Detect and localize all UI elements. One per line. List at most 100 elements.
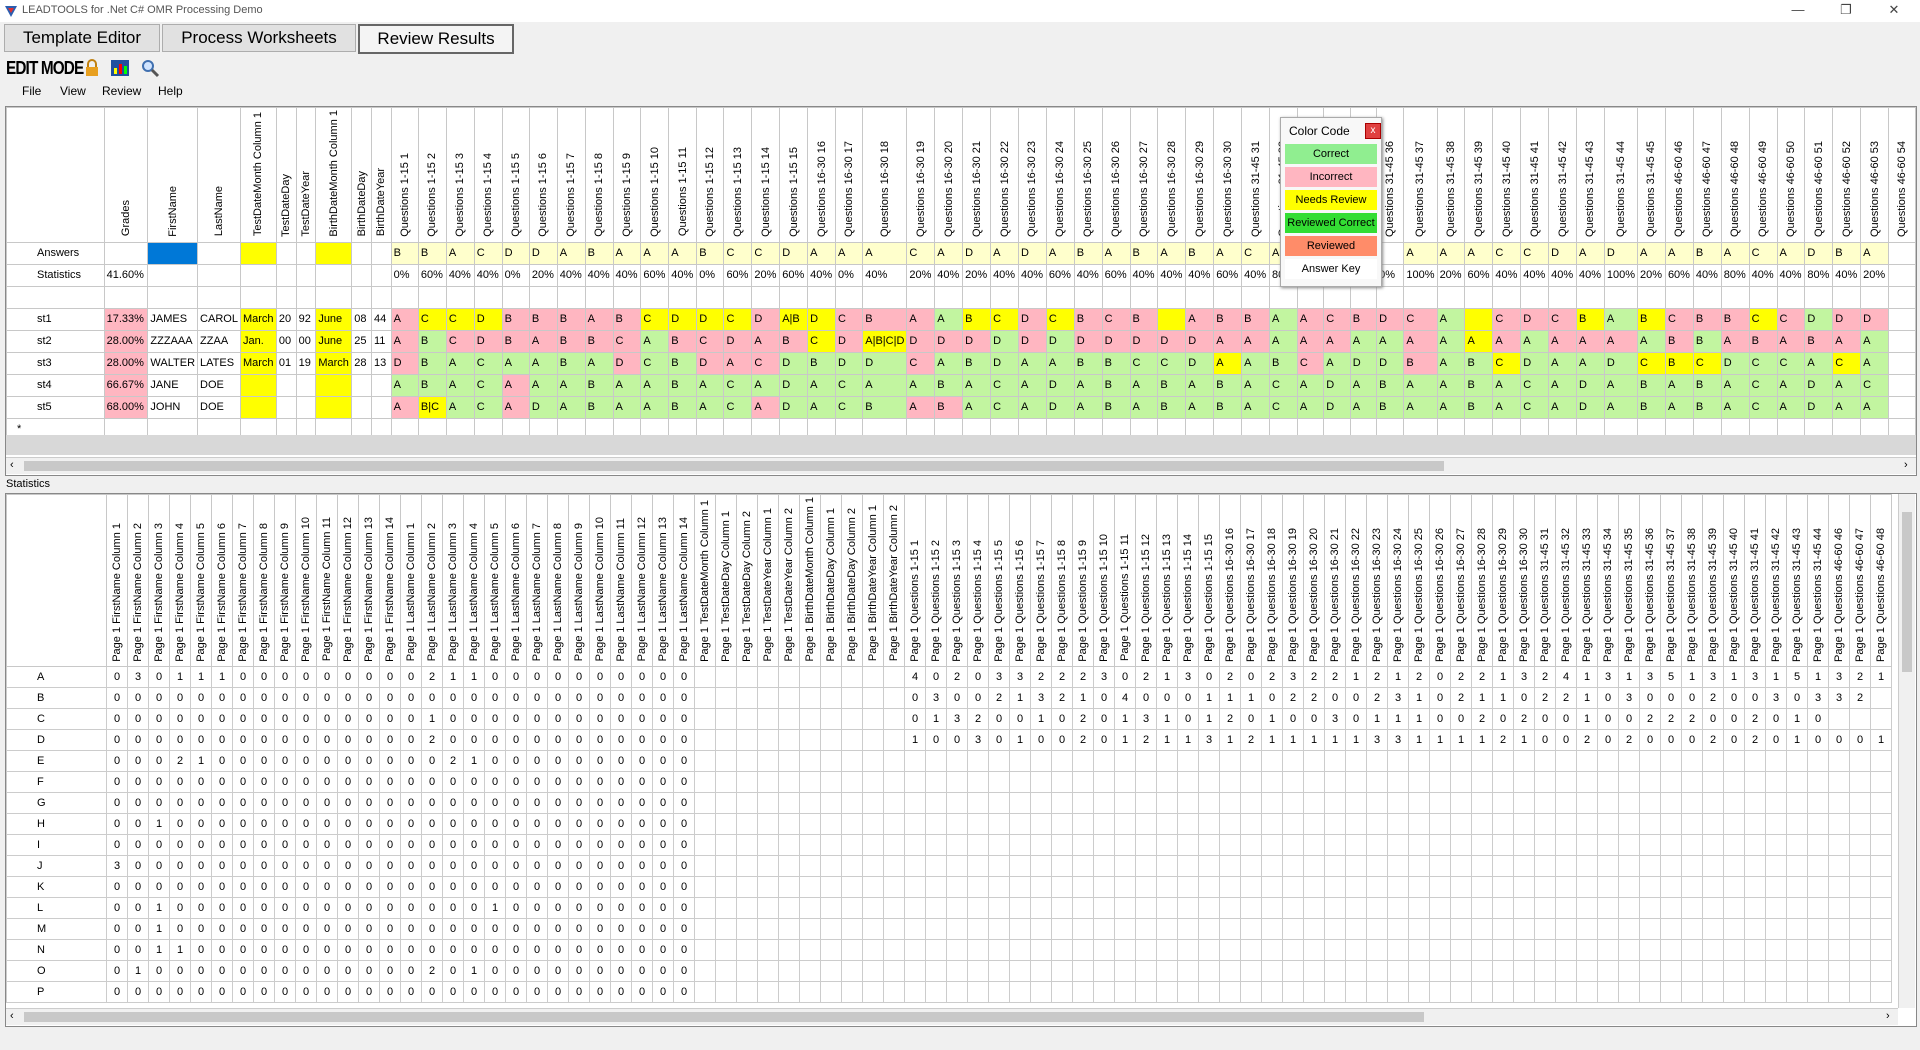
stat-cell[interactable]	[1303, 771, 1325, 794]
scroll-right-icon[interactable]: ›	[1904, 459, 1908, 471]
grid-cell[interactable]: B	[1101, 395, 1131, 419]
grid-cell[interactable]	[668, 285, 698, 309]
stat-cell[interactable]	[1156, 750, 1178, 773]
grid-cell[interactable]	[1349, 417, 1378, 435]
grid-cell[interactable]: 60%	[1213, 263, 1243, 287]
scroll-thumb[interactable]	[24, 1012, 1424, 1022]
stat-cell[interactable]	[1387, 792, 1409, 815]
grid-cell[interactable]: D	[751, 307, 781, 331]
stat-cell[interactable]: 1	[1870, 666, 1892, 689]
grid-cell[interactable]: C	[1520, 395, 1550, 419]
stat-cell[interactable]: 0	[484, 981, 506, 1004]
grid-cell[interactable]: Jan.	[239, 329, 277, 353]
grid-cell[interactable]	[1157, 307, 1187, 331]
stat-cell[interactable]: 3	[967, 729, 989, 752]
grid-cell[interactable]	[1403, 417, 1438, 435]
stat-cell[interactable]	[841, 897, 863, 920]
grid-cell[interactable]: B	[668, 373, 698, 397]
grid-cell[interactable]: C	[1129, 351, 1159, 375]
stat-cell[interactable]	[1198, 939, 1220, 962]
stat-cell[interactable]	[1786, 981, 1808, 1004]
grid-cell[interactable]: D	[1185, 329, 1215, 353]
stat-cell[interactable]: 0	[400, 918, 422, 941]
stat-cell[interactable]: 0	[232, 792, 254, 815]
stat-cell[interactable]: 0	[505, 834, 527, 857]
grid-cell[interactable]: C	[834, 373, 864, 397]
row-header[interactable]: D	[6, 729, 107, 752]
stat-cell[interactable]: 0	[358, 813, 380, 836]
stat-cell[interactable]	[1849, 771, 1871, 794]
stat-cell[interactable]	[883, 792, 905, 815]
grid-cell[interactable]: B	[862, 307, 908, 331]
grid-cell[interactable]: 40%	[612, 263, 642, 287]
grid-cell[interactable]: 40%	[1748, 263, 1778, 287]
stat-cell[interactable]	[1198, 981, 1220, 1004]
stat-cell[interactable]: 0	[526, 834, 548, 857]
grid-cell[interactable]: A	[906, 307, 936, 331]
stat-cell[interactable]	[1513, 981, 1535, 1004]
stat-cell[interactable]: 0	[547, 981, 569, 1004]
stat-cell[interactable]: 0	[295, 855, 317, 878]
stat-cell[interactable]	[1597, 855, 1619, 878]
grid-cell[interactable]: A	[1185, 373, 1215, 397]
grid-cell[interactable]: B	[1268, 351, 1298, 375]
stat-cell[interactable]	[988, 750, 1010, 773]
grid-cell[interactable]: D	[1017, 241, 1047, 265]
grid-cell[interactable]	[239, 373, 277, 397]
grid-cell[interactable]: A	[1832, 373, 1862, 397]
column-header[interactable]: Questions 31-45 40	[1492, 107, 1522, 243]
stat-cell[interactable]: 0	[463, 834, 485, 857]
grid-cell[interactable]: A	[1720, 373, 1750, 397]
column-header[interactable]: Page 1 FirstName Column 7	[232, 494, 254, 668]
stat-cell[interactable]: 0	[547, 939, 569, 962]
stat-cell[interactable]: 0	[295, 708, 317, 731]
stat-cell[interactable]	[1702, 813, 1724, 836]
stat-cell[interactable]: 0	[1240, 666, 1262, 689]
stat-cell[interactable]	[988, 771, 1010, 794]
stat-cell[interactable]: 2	[1366, 687, 1388, 710]
grid-cell[interactable]: C	[834, 395, 864, 419]
stat-cell[interactable]	[1681, 834, 1703, 857]
stat-cell[interactable]: 0	[190, 960, 212, 983]
column-header[interactable]: FirstName	[147, 107, 199, 243]
grid-cell[interactable]	[962, 285, 992, 309]
stat-cell[interactable]: 0	[190, 876, 212, 899]
stat-cell[interactable]: 1	[463, 750, 485, 773]
stat-cell[interactable]	[1219, 939, 1241, 962]
stat-cell[interactable]: 0	[400, 960, 422, 983]
stat-cell[interactable]: 0	[295, 813, 317, 836]
stat-cell[interactable]	[1093, 939, 1115, 962]
stat-cell[interactable]	[1681, 813, 1703, 836]
statistics-vscrollbar[interactable]	[1898, 494, 1915, 1008]
grid-cell[interactable]: D	[473, 329, 503, 353]
stat-cell[interactable]	[820, 687, 842, 710]
stat-cell[interactable]: 0	[106, 939, 128, 962]
stat-cell[interactable]	[1030, 750, 1052, 773]
stat-cell[interactable]: 0	[253, 876, 275, 899]
stat-cell[interactable]: 0	[505, 771, 527, 794]
column-header[interactable]: Page 1 LastName Column 11	[610, 494, 632, 668]
stat-cell[interactable]	[883, 876, 905, 899]
close-icon[interactable]: x	[1365, 123, 1381, 139]
grid-cell[interactable]: A	[1017, 351, 1047, 375]
grid-cell[interactable]: B	[1832, 241, 1862, 265]
stat-cell[interactable]: 0	[631, 834, 653, 857]
stat-cell[interactable]	[1303, 855, 1325, 878]
stat-cell[interactable]	[1534, 960, 1556, 983]
stat-cell[interactable]	[904, 960, 926, 983]
column-header[interactable]: Page 1 Questions 31-45 43	[1786, 494, 1808, 668]
grid-cell[interactable]: March	[315, 351, 353, 375]
stat-cell[interactable]: 0	[274, 834, 296, 857]
grid-cell[interactable]: A	[1548, 395, 1578, 419]
stat-cell[interactable]: 0	[400, 750, 422, 773]
stat-cell[interactable]: 0	[589, 750, 611, 773]
stat-cell[interactable]: 1	[1324, 729, 1346, 752]
grid-cell[interactable]: 60%	[1464, 263, 1494, 287]
stat-cell[interactable]: 0	[442, 813, 464, 836]
stat-cell[interactable]: 0	[337, 813, 359, 836]
stat-cell[interactable]	[694, 981, 716, 1004]
stat-cell[interactable]	[1807, 834, 1829, 857]
column-header[interactable]: Page 1 LastName Column 6	[505, 494, 527, 668]
stat-cell[interactable]	[1177, 960, 1199, 983]
column-header[interactable]: Page 1 Questions 1-15 13	[1156, 494, 1178, 668]
